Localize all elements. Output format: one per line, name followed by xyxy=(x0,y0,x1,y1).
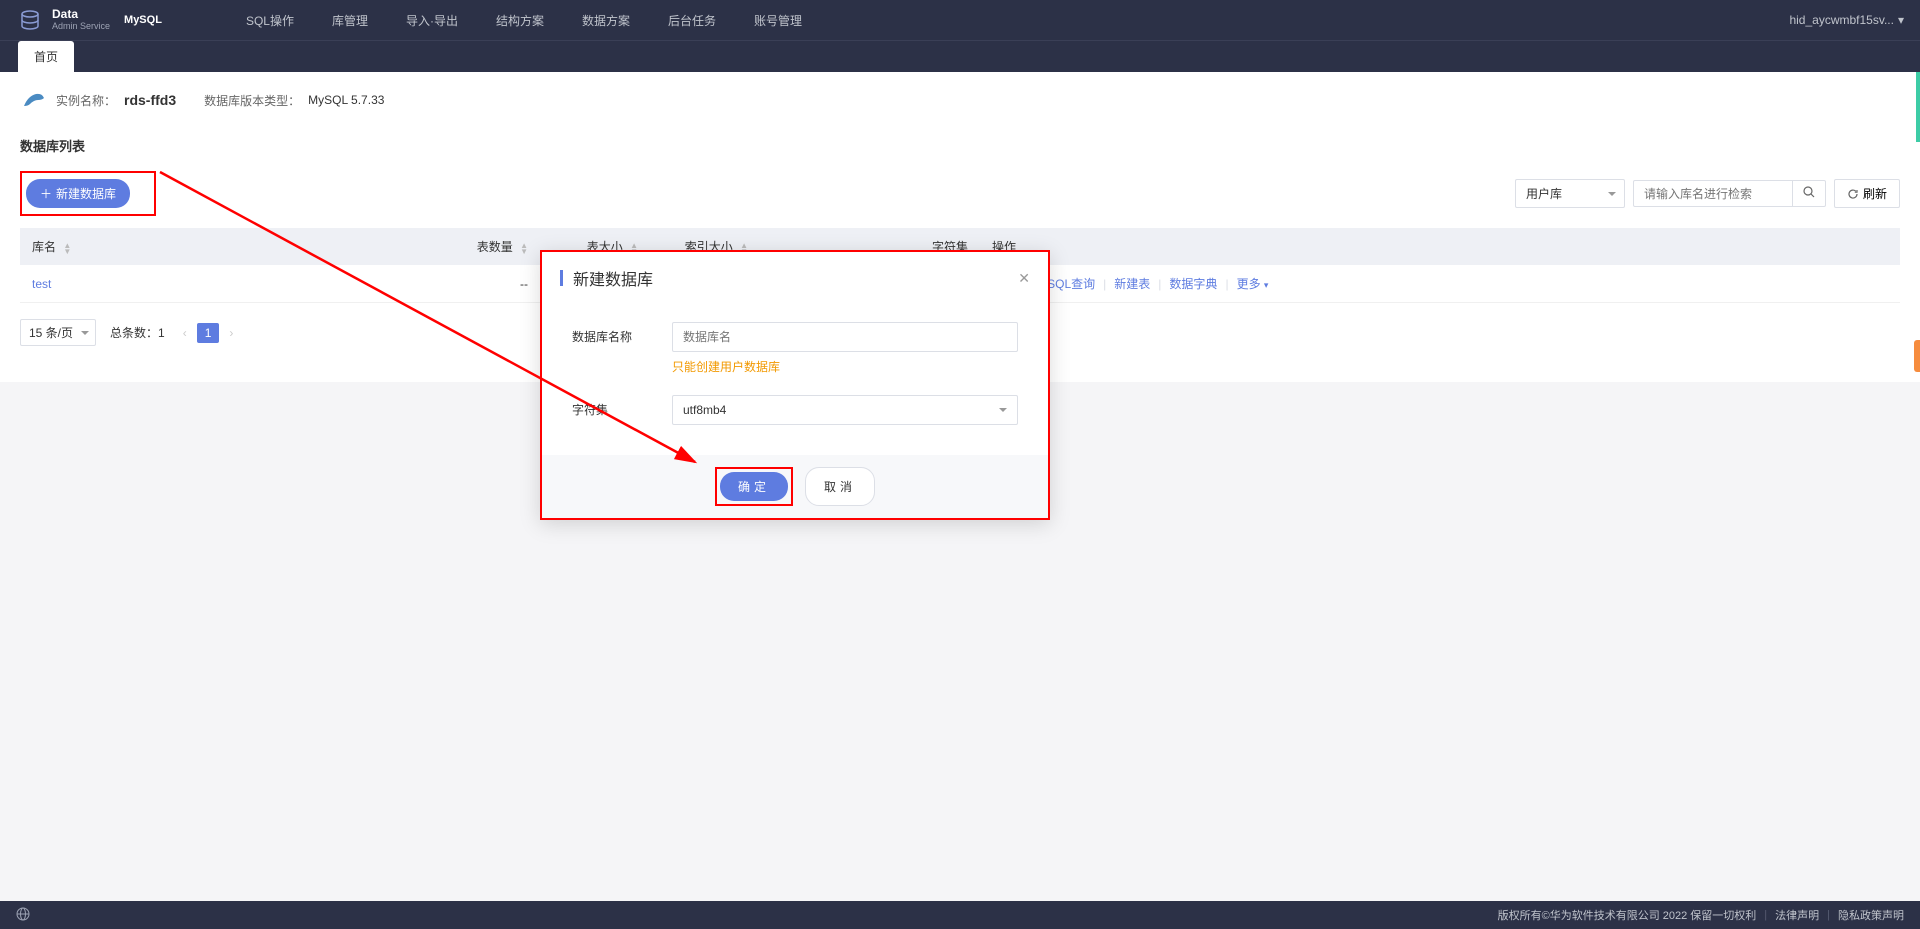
instance-info-bar: 实例名称： rds-ffd3 数据库版本类型： MySQL 5.7.33 xyxy=(0,72,1920,126)
page-prev[interactable]: ‹ xyxy=(179,324,191,342)
db-name-hint: 只能创建用户数据库 xyxy=(672,358,1018,375)
search-icon xyxy=(1803,186,1815,198)
new-db-button-label: 新建数据库 xyxy=(56,185,116,202)
modal-body: 数据库名称 只能创建用户数据库 字符集 utf8mb4 xyxy=(542,304,1048,455)
cancel-button[interactable]: 取消 xyxy=(805,467,875,506)
annotation-highlight-2: 确定 xyxy=(715,467,793,506)
db-version-label: 数据库版本类型： xyxy=(204,92,300,109)
panel-title: 数据库列表 xyxy=(20,126,1900,171)
th-ops: 操作 xyxy=(980,228,1900,265)
nav-db-manage[interactable]: 库管理 xyxy=(314,0,386,40)
action-more[interactable]: 更多 ▾ xyxy=(1237,275,1269,292)
search-group xyxy=(1633,180,1826,207)
page-tab-home[interactable]: 首页 xyxy=(18,41,74,72)
right-indicator-green xyxy=(1916,72,1920,142)
nav-import-export[interactable]: 导入·导出 xyxy=(388,0,476,40)
logo-title: Data xyxy=(52,8,110,21)
db-version-value: MySQL 5.7.33 xyxy=(308,93,384,107)
refresh-button[interactable]: 刷新 xyxy=(1834,179,1900,208)
charset-select[interactable]: utf8mb4 xyxy=(672,395,1018,425)
logo-subtitle: Admin Service xyxy=(52,22,110,32)
form-row-name: 数据库名称 只能创建用户数据库 xyxy=(572,322,1018,375)
toolbar: ＋ 新建数据库 用户库 刷新 xyxy=(20,171,1900,216)
new-database-modal: 新建数据库 ✕ 数据库名称 只能创建用户数据库 字符集 utf8mb4 确定 xyxy=(540,250,1050,520)
db-name-input[interactable] xyxy=(672,322,1018,352)
footer-copyright: 版权所有©华为软件技术有限公司 2022 保留一切权利 xyxy=(1498,907,1757,923)
page-current[interactable]: 1 xyxy=(197,323,220,343)
nav-background[interactable]: 后台任务 xyxy=(650,0,734,40)
confirm-button[interactable]: 确定 xyxy=(720,472,788,501)
footer-legal-link[interactable]: 法律声明 xyxy=(1775,907,1819,923)
annotation-highlight-1: ＋ 新建数据库 xyxy=(20,171,156,216)
db-name-label: 数据库名称 xyxy=(572,322,672,345)
nav-sql-ops[interactable]: SQL操作 xyxy=(228,0,312,40)
form-row-charset: 字符集 utf8mb4 xyxy=(572,395,1018,425)
sub-header: 首页 xyxy=(0,40,1920,72)
modal-title: 新建数据库 xyxy=(573,266,1018,290)
th-name[interactable]: 库名 ▲▼ xyxy=(20,228,440,265)
toolbar-right: 用户库 刷新 xyxy=(1515,179,1900,208)
action-sql[interactable]: SQL查询 xyxy=(1047,275,1095,292)
refresh-icon xyxy=(1847,188,1859,200)
database-logo-icon xyxy=(16,6,44,34)
row-actions: 库管理| SQL查询| 新建表| 数据字典| 更多 ▾ xyxy=(992,275,1888,292)
action-dict[interactable]: 数据字典 xyxy=(1169,275,1217,292)
sort-icon: ▲▼ xyxy=(520,242,528,254)
nav-account[interactable]: 账号管理 xyxy=(736,0,820,40)
plus-icon: ＋ xyxy=(40,185,52,202)
sort-icon: ▲▼ xyxy=(63,242,71,254)
globe-icon[interactable] xyxy=(16,907,30,924)
action-new-table[interactable]: 新建表 xyxy=(1114,275,1150,292)
page-size-select[interactable]: 15 条/页 xyxy=(20,319,96,346)
user-menu[interactable]: hid_aycwmbf15sv... ▾ xyxy=(1773,13,1920,27)
search-button[interactable] xyxy=(1793,180,1826,207)
footer-right: 版权所有©华为软件技术有限公司 2022 保留一切权利 | 法律声明 | 隐私政… xyxy=(1498,907,1904,923)
modal-header: 新建数据库 ✕ xyxy=(542,252,1048,304)
close-icon[interactable]: ✕ xyxy=(1018,270,1030,287)
nav-data-plan[interactable]: 数据方案 xyxy=(564,0,648,40)
refresh-label: 刷新 xyxy=(1863,185,1887,202)
instance-name: rds-ffd3 xyxy=(124,92,176,108)
logo-text-block: Data Admin Service xyxy=(52,8,110,31)
content-area: 实例名称： rds-ffd3 数据库版本类型： MySQL 5.7.33 数据库… xyxy=(0,72,1920,901)
chevron-down-icon: ▾ xyxy=(1264,280,1269,290)
modal-footer: 确定 取消 xyxy=(542,455,1048,518)
cell-table-count: -- xyxy=(440,265,540,303)
instance-label: 实例名称： xyxy=(56,92,116,109)
modal-title-accent xyxy=(560,270,563,286)
th-table-count[interactable]: 表数量 ▲▼ xyxy=(440,228,540,265)
db-name-link[interactable]: test xyxy=(32,277,51,291)
db-type-select[interactable]: 用户库 xyxy=(1515,179,1625,208)
top-nav: SQL操作 库管理 导入·导出 结构方案 数据方案 后台任务 账号管理 xyxy=(228,0,820,40)
chevron-down-icon: ▾ xyxy=(1898,13,1904,27)
footer-privacy-link[interactable]: 隐私政策声明 xyxy=(1838,907,1904,923)
charset-label: 字符集 xyxy=(572,395,672,418)
user-name: hid_aycwmbf15sv... xyxy=(1789,13,1894,27)
logo-db-type: MySQL xyxy=(124,14,162,26)
logo-area: Data Admin Service MySQL xyxy=(0,6,178,34)
new-database-button[interactable]: ＋ 新建数据库 xyxy=(26,179,130,208)
mysql-dolphin-icon xyxy=(20,86,48,114)
total-count: 总条数：1 xyxy=(110,324,165,341)
nav-structure[interactable]: 结构方案 xyxy=(478,0,562,40)
page-nav: ‹ 1 › xyxy=(179,323,238,343)
right-indicator-orange[interactable] xyxy=(1914,340,1920,372)
top-header: Data Admin Service MySQL SQL操作 库管理 导入·导出… xyxy=(0,0,1920,40)
footer: 版权所有©华为软件技术有限公司 2022 保留一切权利 | 法律声明 | 隐私政… xyxy=(0,901,1920,929)
search-input[interactable] xyxy=(1633,180,1793,207)
page-next[interactable]: › xyxy=(225,324,237,342)
